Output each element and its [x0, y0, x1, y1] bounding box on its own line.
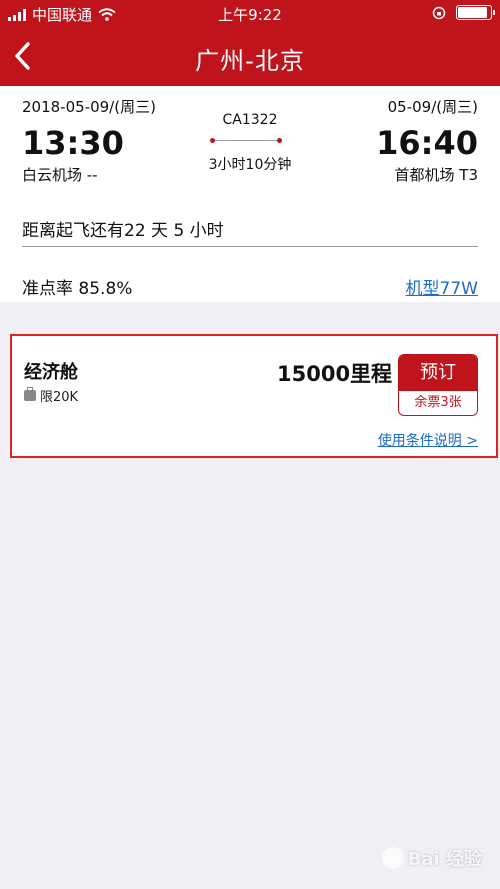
book-button[interactable]: 预订 余票3张: [398, 354, 478, 416]
flight-number: CA1322: [222, 112, 278, 128]
divider: [22, 246, 478, 247]
fare-card: 经济舱 限20K 15000里程 预订 余票3张 使用条件说明 >: [10, 334, 498, 458]
terms-link[interactable]: 使用条件说明 >: [378, 430, 478, 450]
cabin-class: 经济舱: [24, 362, 78, 383]
watermark-text: Bai 经验: [407, 849, 482, 870]
luggage-icon: [24, 387, 36, 401]
remaining-tickets: 余票3张: [414, 395, 462, 410]
flight-info-panel: 2018-05-09/(周三) 05-09/(周三) 13:30 16:40 白…: [0, 86, 500, 302]
route-line: [210, 138, 282, 143]
watermark: Bai 经验: [381, 845, 482, 871]
aircraft-type-link[interactable]: 机型77W: [406, 274, 478, 299]
status-bar: 中国联通 上午9:22: [0, 0, 500, 28]
nav-bar: 广州-北京: [0, 28, 500, 86]
rotation-lock-icon: [432, 6, 446, 19]
flight-duration: 3小时10分钟: [208, 157, 292, 173]
battery-icon: [456, 5, 495, 20]
miles-price: 15000里程: [277, 362, 393, 386]
ontime-rate: 准点率 85.8%: [22, 279, 133, 299]
departure-countdown: 距离起飞还有22 天 5 小时: [22, 221, 224, 241]
baggage-allowance: 限20K: [24, 386, 78, 405]
book-button-label: 预订: [399, 355, 477, 391]
status-right: [432, 5, 495, 20]
status-time: 上午9:22: [218, 6, 282, 24]
paw-icon: [381, 847, 404, 869]
page-title: 广州-北京: [195, 47, 305, 75]
baggage-label: 限20K: [40, 390, 79, 405]
